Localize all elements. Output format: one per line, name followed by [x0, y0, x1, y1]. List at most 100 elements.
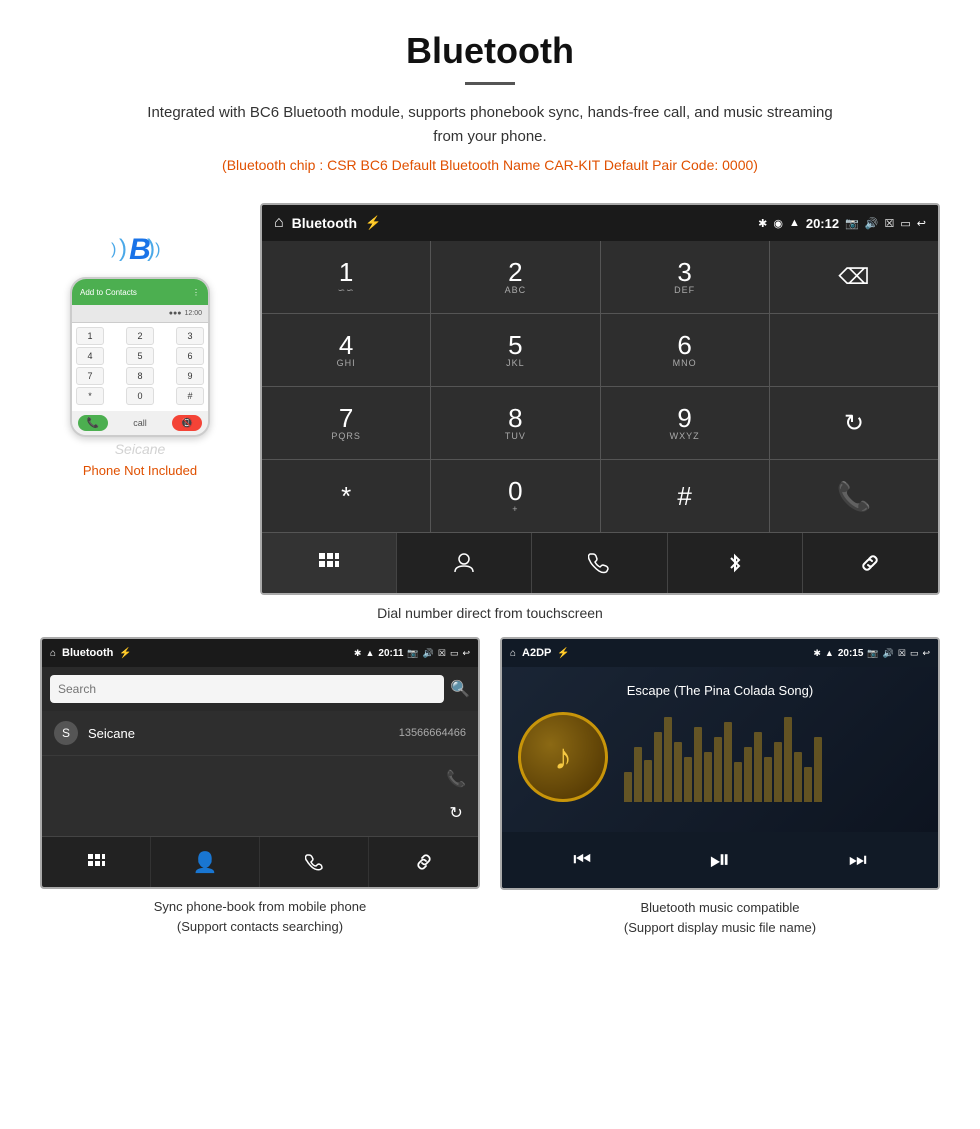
pb-phone-icon[interactable]: 📞: [446, 769, 466, 789]
pb-status-left: ⌂ Bluetooth ⚡: [50, 647, 132, 659]
person-icon: 👤: [193, 850, 218, 875]
contact-list: S Seicane 13566664466 📞 ↻: [42, 711, 478, 836]
play-pause-button[interactable]: ⏯: [710, 844, 731, 876]
pb-back-icon: ↩: [462, 648, 470, 659]
phone-key-4[interactable]: 4: [76, 347, 104, 365]
contact-row: S Seicane 13566664466: [42, 711, 478, 756]
dial-key-6[interactable]: 6MNO: [601, 314, 769, 386]
dial-call-button[interactable]: 📞: [770, 460, 938, 532]
location-icon: ◉: [773, 217, 783, 230]
phone-key-8[interactable]: 8: [126, 367, 154, 385]
home-icon[interactable]: ⌂: [274, 214, 284, 232]
dial-tool-person[interactable]: [397, 533, 532, 593]
search-icon[interactable]: 🔍: [450, 679, 470, 699]
dial-key-3[interactable]: 3DEF: [601, 241, 769, 313]
phone-key-5[interactable]: 5: [126, 347, 154, 365]
dial-tool-bluetooth[interactable]: [668, 533, 803, 593]
song-title: Escape (The Pina Colada Song): [627, 683, 813, 698]
phone-key-7[interactable]: 7: [76, 367, 104, 385]
dial-key-0[interactable]: 0+: [431, 460, 599, 532]
bt-status-icon: ✱: [758, 217, 767, 230]
dial-key-2[interactable]: 2ABC: [431, 241, 599, 313]
pb-status-bar: ⌂ Bluetooth ⚡ ✱ ▲ 20:11 📷 🔊 ☒ ▭ ↩: [42, 639, 478, 667]
a2dp-vol-icon: 🔊: [883, 648, 894, 659]
dial-refresh-button[interactable]: ↻: [770, 387, 938, 459]
dial-tool-link[interactable]: [803, 533, 938, 593]
dial-key-7[interactable]: 7PQRS: [262, 387, 430, 459]
phone-end-button[interactable]: 📵: [172, 415, 202, 431]
phone-status-bar: ●●● 12:00: [72, 305, 208, 323]
car-time: 20:12: [806, 216, 839, 231]
a2dp-home-icon[interactable]: ⌂: [510, 648, 516, 659]
page-header: Bluetooth Integrated with BC6 Bluetooth …: [0, 0, 980, 203]
album-art: ♪: [518, 712, 608, 802]
volume-icon: 🔊: [865, 217, 879, 230]
dial-backspace-button[interactable]: ⌫: [770, 241, 938, 313]
dial-key-1[interactable]: 1∽∽: [262, 241, 430, 313]
dial-key-4[interactable]: 4GHI: [262, 314, 430, 386]
pb-tool-grid[interactable]: [42, 837, 151, 887]
phone-top-bar: Add to Contacts ⋮: [72, 279, 208, 305]
phone-dial-row-1: 1 2 3: [76, 327, 204, 345]
phone-key-2[interactable]: 2: [126, 327, 154, 345]
a2dp-win-icon: ▭: [910, 648, 919, 659]
phone-key-star[interactable]: *: [76, 387, 104, 405]
pb-right-icons: 📞 ↻: [42, 756, 478, 836]
next-button[interactable]: ⏭: [849, 849, 867, 872]
back-icon: ↩: [917, 217, 926, 230]
contact-avatar: S: [54, 721, 78, 745]
car-status-left: ⌂ Bluetooth ⚡: [274, 214, 381, 232]
bt-wave-left-small-icon: (: [111, 241, 116, 259]
dial-key-9[interactable]: 9WXYZ: [601, 387, 769, 459]
pb-tool-link[interactable]: [369, 837, 478, 887]
phone-dial-row-4: * 0 #: [76, 387, 204, 405]
bluetooth-icon-area: B ) ) ( (: [129, 233, 151, 267]
pb-search-row: 🔍: [42, 667, 478, 711]
bt-wave-left-large-icon: (: [119, 235, 127, 263]
pb-cam-icon: 📷: [407, 648, 418, 659]
pb-win-icon: ▭: [450, 648, 459, 659]
specs-text: (Bluetooth chip : CSR BC6 Default Blueto…: [20, 157, 960, 173]
phone-key-0[interactable]: 0: [126, 387, 154, 405]
phone-key-9[interactable]: 9: [176, 367, 204, 385]
dial-key-5[interactable]: 5JKL: [431, 314, 599, 386]
dial-caption: Dial number direct from touchscreen: [0, 605, 980, 621]
phone-key-hash[interactable]: #: [176, 387, 204, 405]
contact-number: 13566664466: [399, 727, 466, 739]
contact-name: Seicane: [88, 726, 389, 741]
pb-tool-person[interactable]: 👤: [151, 837, 260, 887]
dial-empty-1: [770, 314, 938, 386]
phone-label: call: [133, 418, 147, 428]
dial-tool-grid[interactable]: [262, 533, 397, 593]
pb-caption: Sync phone-book from mobile phone (Suppo…: [40, 897, 480, 936]
dial-key-star[interactable]: *: [262, 460, 430, 532]
prev-button[interactable]: ⏮: [573, 849, 591, 872]
dial-key-hash[interactable]: #: [601, 460, 769, 532]
pb-home-icon[interactable]: ⌂: [50, 648, 56, 659]
phonebook-search-input[interactable]: [50, 675, 444, 703]
pb-refresh-icon[interactable]: ↻: [449, 803, 462, 823]
watermark: Seicane: [115, 441, 166, 457]
pb-status-right: ✱ ▲ 20:11 📷 🔊 ☒ ▭ ↩: [354, 648, 470, 659]
phone-dial-pad: 1 2 3 4 5 6 7 8 9 * 0 #: [72, 323, 208, 411]
pb-toolbar: 👤: [42, 836, 478, 887]
a2dp-screen: ⌂ A2DP ⚡ ✱ ▲ 20:15 📷 🔊 ☒ ▭ ↩ Escape (The…: [500, 637, 940, 890]
dial-key-8[interactable]: 8TUV: [431, 387, 599, 459]
a2dp-album-area: ♪: [518, 712, 922, 802]
phone-time: 12:00: [184, 310, 202, 317]
car-screen-dial: ⌂ Bluetooth ⚡ ✱ ◉ ▲ 20:12 📷 🔊 ☒ ▭ ↩ 1∽∽: [260, 203, 940, 595]
phone-not-included-label: Phone Not Included: [83, 463, 197, 478]
pb-tool-phone[interactable]: [260, 837, 369, 887]
a2dp-caption: Bluetooth music compatible (Support disp…: [500, 898, 940, 937]
phone-key-3[interactable]: 3: [176, 327, 204, 345]
phone-call-button[interactable]: 📞: [78, 415, 108, 431]
phone-key-1[interactable]: 1: [76, 327, 104, 345]
dial-tool-phone[interactable]: [532, 533, 667, 593]
x-icon: ☒: [885, 217, 895, 230]
car-status-bar: ⌂ Bluetooth ⚡ ✱ ◉ ▲ 20:12 📷 🔊 ☒ ▭ ↩: [262, 205, 938, 241]
pb-time: 20:11: [378, 648, 403, 659]
phone-key-6[interactable]: 6: [176, 347, 204, 365]
phone-signal: ●●●: [169, 310, 182, 317]
a2dp-content: Escape (The Pina Colada Song) ♪: [502, 667, 938, 832]
a2dp-status-bar: ⌂ A2DP ⚡ ✱ ▲ 20:15 📷 🔊 ☒ ▭ ↩: [502, 639, 938, 667]
